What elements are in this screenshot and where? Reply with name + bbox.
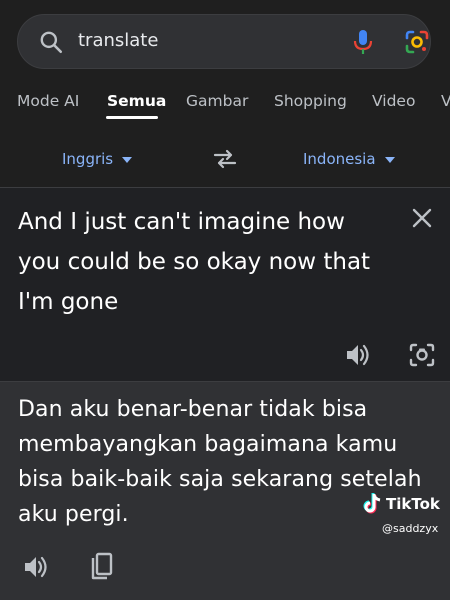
translation-result-panel: Dan aku benar-benar tidak bisa membayang… bbox=[0, 382, 450, 600]
active-tab-indicator bbox=[106, 116, 158, 119]
target-language-label: Indonesia bbox=[303, 150, 376, 168]
search-bar[interactable]: translate bbox=[17, 14, 431, 69]
mic-icon[interactable] bbox=[352, 28, 374, 56]
copy-icon[interactable] bbox=[88, 552, 114, 582]
close-icon[interactable] bbox=[410, 206, 434, 230]
tab-mode-ai[interactable]: Mode AI bbox=[17, 92, 79, 110]
tiktok-watermark: TikTok @saddzyx bbox=[362, 492, 446, 548]
tab-video[interactable]: Video bbox=[372, 92, 415, 110]
chevron-down-icon bbox=[384, 157, 395, 163]
tab-gambar[interactable]: Gambar bbox=[186, 92, 248, 110]
tiktok-username: @saddzyx bbox=[382, 522, 439, 535]
target-language-dropdown[interactable]: Indonesia bbox=[303, 150, 395, 168]
tiktok-brand: TikTok bbox=[386, 495, 440, 513]
swap-languages-icon[interactable] bbox=[211, 148, 239, 170]
source-text-panel: And I just can't imagine how you could b… bbox=[0, 188, 450, 381]
speaker-icon[interactable] bbox=[22, 553, 50, 581]
search-tabs: Mode AI Semua Gambar Shopping Video V bbox=[0, 82, 450, 122]
tiktok-logo-icon bbox=[363, 493, 381, 514]
google-lens-icon[interactable] bbox=[404, 29, 430, 55]
chevron-down-icon bbox=[122, 157, 133, 163]
source-language-dropdown[interactable]: Inggris bbox=[62, 150, 133, 168]
source-language-label: Inggris bbox=[62, 150, 114, 168]
camera-icon[interactable] bbox=[408, 341, 436, 369]
tab-shopping[interactable]: Shopping bbox=[274, 92, 347, 110]
language-selector: Inggris Indonesia bbox=[0, 138, 450, 182]
tab-semua[interactable]: Semua bbox=[107, 92, 166, 110]
tab-truncated[interactable]: V bbox=[441, 92, 450, 110]
source-text-input[interactable]: And I just can't imagine how you could b… bbox=[18, 202, 378, 322]
search-input[interactable]: translate bbox=[78, 30, 158, 51]
search-icon bbox=[40, 31, 63, 54]
speaker-icon[interactable] bbox=[344, 341, 372, 369]
